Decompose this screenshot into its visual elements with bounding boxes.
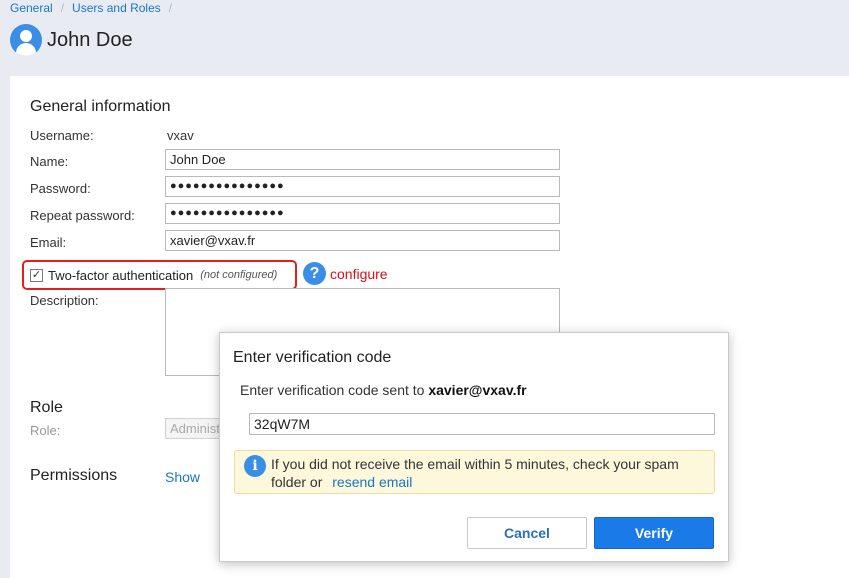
breadcrumb: General / Users and Roles / <box>10 0 180 16</box>
email-label: Email: <box>30 235 67 250</box>
username-label: Username: <box>30 128 94 143</box>
resend-email-link[interactable]: resend email <box>332 474 412 490</box>
repeat-password-label: Repeat password: <box>30 208 135 223</box>
two-factor-highlight: ✓ Two-factor authentication (not configu… <box>22 260 297 290</box>
description-label: Description: <box>30 293 99 308</box>
two-factor-checkbox[interactable]: ✓ <box>30 268 43 282</box>
dialog-title: Enter verification code <box>233 349 392 366</box>
info-text-line2-prefix: folder or <box>271 474 323 490</box>
dialog-message: Enter verification code sent to xavier@v… <box>240 382 527 398</box>
two-factor-label[interactable]: Two-factor authentication <box>48 268 193 283</box>
password-field[interactable]: ●●●●●●●●●●●●●●● <box>165 176 560 197</box>
verification-code-input[interactable]: 32qW7M <box>249 413 715 435</box>
info-notice: i If you did not receive the email withi… <box>234 450 715 494</box>
repeat-password-field[interactable]: ●●●●●●●●●●●●●●● <box>165 203 560 224</box>
breadcrumb-general[interactable]: General <box>10 1 53 15</box>
user-header: John Doe <box>10 24 133 56</box>
cancel-button[interactable]: Cancel <box>467 517 587 549</box>
permissions-show-link[interactable]: Show <box>165 469 200 485</box>
general-information-heading: General information <box>30 98 171 115</box>
user-avatar-icon <box>10 24 42 56</box>
breadcrumb-separator: / <box>168 1 173 15</box>
page: General / Users and Roles / John Doe Gen… <box>0 0 849 578</box>
info-text-line1: If you did not receive the email within … <box>271 456 679 472</box>
name-field[interactable]: John Doe <box>165 149 560 170</box>
name-label: Name: <box>30 154 69 169</box>
breadcrumb-users-and-roles[interactable]: Users and Roles <box>72 1 161 15</box>
email-field[interactable]: xavier@vxav.fr <box>165 230 560 251</box>
role-label: Role: <box>30 423 61 438</box>
verification-dialog: Enter verification code Enter verificati… <box>219 332 729 562</box>
role-heading: Role <box>30 399 63 416</box>
help-icon[interactable]: ? <box>303 262 326 285</box>
info-text-line2: folder or resend email <box>271 474 412 490</box>
dialog-message-email: xavier@vxav.fr <box>428 382 527 398</box>
password-label: Password: <box>30 181 91 196</box>
breadcrumb-separator: / <box>60 1 65 15</box>
info-icon: i <box>244 455 266 477</box>
dialog-message-text: Enter verification code sent to <box>240 382 425 398</box>
page-title: John Doe <box>47 28 133 51</box>
two-factor-status: (not configured) <box>200 269 278 281</box>
configure-link[interactable]: configure <box>330 266 388 282</box>
permissions-heading: Permissions <box>30 467 118 484</box>
verify-button[interactable]: Verify <box>594 517 714 549</box>
username-value: vxav <box>167 128 194 143</box>
